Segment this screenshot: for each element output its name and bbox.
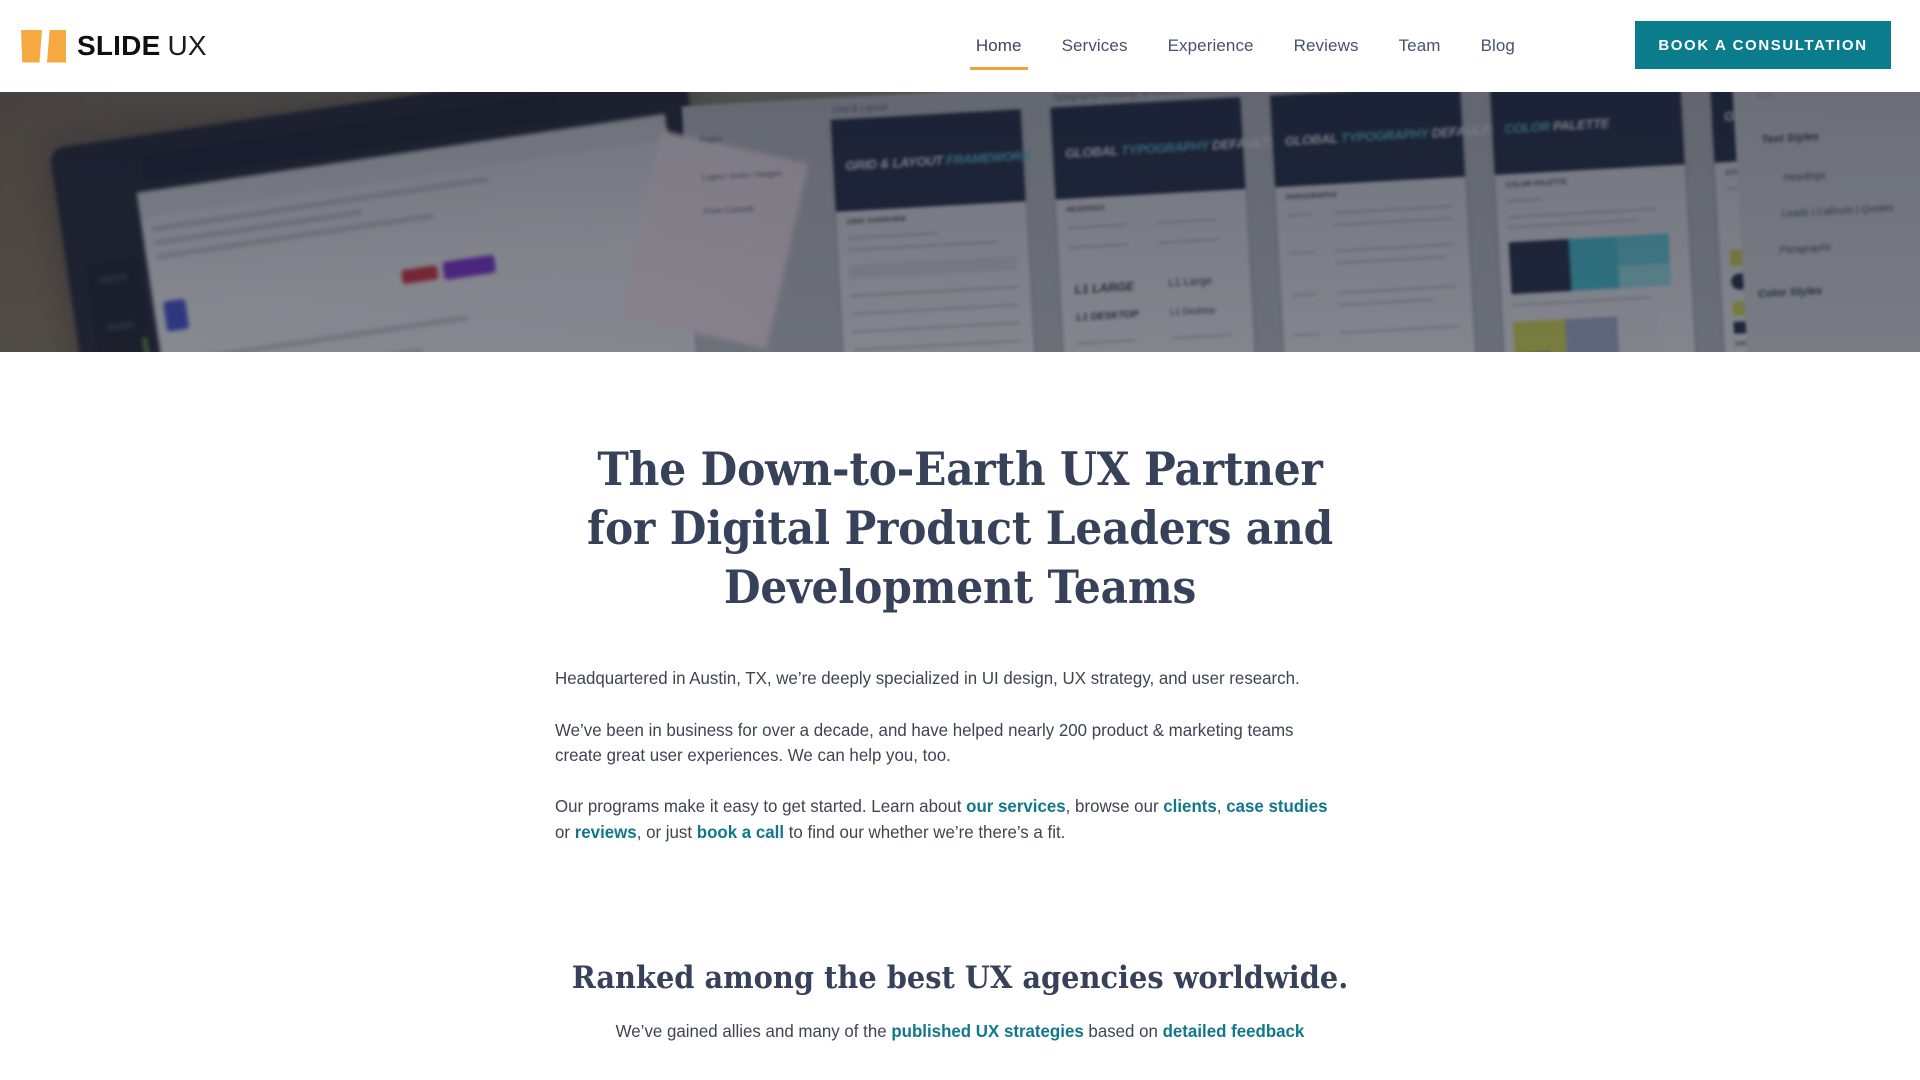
page-headline: The Down-to-Earth UX Partner for Digital… bbox=[586, 442, 1334, 614]
nav-item-home[interactable]: Home bbox=[956, 0, 1042, 92]
nav-item-label: Reviews bbox=[1293, 36, 1359, 55]
logo[interactable]: SLIDE UX bbox=[21, 26, 207, 66]
text-fragment: based on bbox=[1083, 1021, 1163, 1042]
slide-logo-mark-icon bbox=[21, 29, 67, 63]
nav-item-services[interactable]: Services bbox=[1042, 0, 1148, 92]
active-nav-underline bbox=[969, 67, 1028, 70]
logo-text-ux: UX bbox=[167, 30, 207, 61]
link-detailed-feedback[interactable]: detailed feedback bbox=[1163, 1021, 1305, 1041]
text-fragment: We’ve gained allies and many of the bbox=[615, 1021, 892, 1042]
text-fragment: , browse our bbox=[1065, 796, 1164, 817]
nav-item-reviews[interactable]: Reviews bbox=[1274, 0, 1379, 92]
nav-item-team[interactable]: Team bbox=[1379, 0, 1461, 92]
nav-item-blog[interactable]: Blog bbox=[1461, 0, 1535, 92]
nav-item-label: Blog bbox=[1480, 36, 1515, 55]
hero-image: Pages Logos / Icons / Images Form Contro… bbox=[0, 92, 1920, 352]
site-header: SLIDE UX Home Services Experience Review… bbox=[0, 0, 1920, 92]
text-fragment: , bbox=[1216, 796, 1227, 817]
nav-item-label: Experience bbox=[1167, 36, 1254, 55]
link-case-studies[interactable]: case studies bbox=[1226, 796, 1327, 816]
main-navigation: Home Services Experience Reviews Team Bl… bbox=[956, 0, 1535, 92]
logo-wordmark: SLIDE UX bbox=[77, 30, 207, 62]
link-our-services[interactable]: our services bbox=[966, 796, 1066, 816]
logo-text-slide: SLIDE bbox=[77, 30, 161, 61]
book-a-consultation-button[interactable]: BOOK A CONSULTATION bbox=[1635, 21, 1891, 69]
text-fragment: or bbox=[555, 822, 575, 843]
intro-copy: Headquartered in Austin, TX, we’re deepl… bbox=[555, 666, 1365, 846]
intro-paragraph-3: Our programs make it easy to get started… bbox=[555, 794, 1337, 846]
nav-item-label: Team bbox=[1398, 36, 1441, 55]
intro-paragraph-1: Headquartered in Austin, TX, we’re deepl… bbox=[555, 667, 1300, 688]
ranked-section-heading: Ranked among the best UX agencies worldw… bbox=[571, 960, 1349, 997]
intro-paragraph-2: We’ve been in business for over a decade… bbox=[555, 719, 1294, 766]
nav-item-label: Home bbox=[975, 36, 1022, 55]
text-fragment: Our programs make it easy to get started… bbox=[555, 796, 967, 817]
hero-dark-overlay bbox=[0, 92, 1920, 352]
link-reviews[interactable]: reviews bbox=[575, 822, 637, 842]
main-content: The Down-to-Earth UX Partner for Digital… bbox=[0, 352, 1920, 1044]
link-book-a-call[interactable]: book a call bbox=[697, 822, 784, 842]
text-fragment: , or just bbox=[636, 822, 697, 843]
ranked-section-paragraph: We’ve gained allies and many of the publ… bbox=[560, 1018, 1361, 1044]
link-published-ux-strategies[interactable]: published UX strategies bbox=[891, 1021, 1083, 1041]
nav-item-label: Services bbox=[1061, 36, 1128, 55]
link-clients[interactable]: clients bbox=[1163, 796, 1217, 816]
text-fragment: to find our whether we’re there’s a fit. bbox=[784, 822, 1066, 843]
nav-item-experience[interactable]: Experience bbox=[1148, 0, 1274, 92]
